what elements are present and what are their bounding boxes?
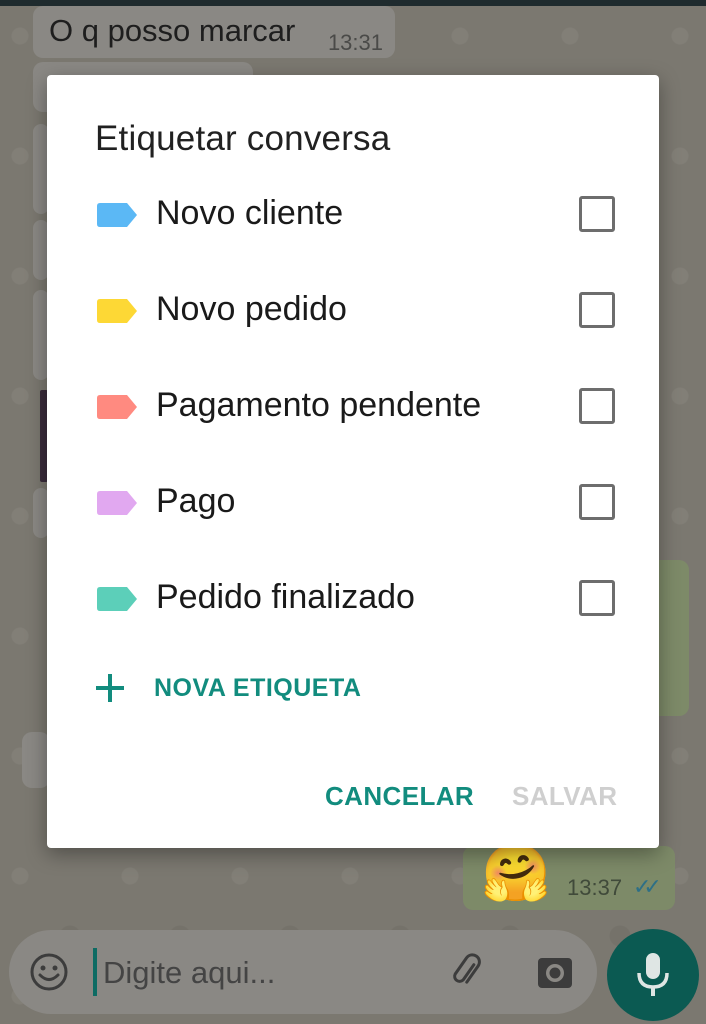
label-checkbox[interactable] xyxy=(579,388,615,424)
label-name: Pagamento pendente xyxy=(156,386,482,424)
new-label-text: NOVA ETIQUETA xyxy=(154,674,362,702)
label-option-pedido-finalizado[interactable]: Pedido finalizado xyxy=(47,549,659,645)
cancel-button[interactable]: CANCELAR xyxy=(325,781,474,812)
label-option-novo-pedido[interactable]: Novo pedido xyxy=(47,261,659,357)
label-tag-icon xyxy=(97,491,137,515)
label-checkbox[interactable] xyxy=(579,580,615,616)
label-option-pago[interactable]: Pago xyxy=(47,453,659,549)
label-name: Pedido finalizado xyxy=(156,578,415,616)
label-name: Novo pedido xyxy=(156,290,347,328)
label-tag-icon xyxy=(97,299,137,323)
label-tag-icon xyxy=(97,203,137,227)
label-checkbox[interactable] xyxy=(579,484,615,520)
dialog-title: Etiquetar conversa xyxy=(95,119,391,158)
plus-icon xyxy=(96,674,124,702)
save-button[interactable]: SALVAR xyxy=(512,781,617,812)
label-chat-dialog: Etiquetar conversa Novo cliente Novo ped… xyxy=(47,75,659,848)
label-tag-icon xyxy=(97,395,137,419)
label-option-novo-cliente[interactable]: Novo cliente xyxy=(47,165,659,261)
label-option-pagamento-pendente[interactable]: Pagamento pendente xyxy=(47,357,659,453)
label-checkbox[interactable] xyxy=(579,196,615,232)
new-label-button[interactable]: NOVA ETIQUETA xyxy=(95,669,425,713)
label-name: Novo cliente xyxy=(156,194,344,232)
label-checkbox[interactable] xyxy=(579,292,615,328)
label-tag-icon xyxy=(97,587,137,611)
label-name: Pago xyxy=(156,482,236,520)
